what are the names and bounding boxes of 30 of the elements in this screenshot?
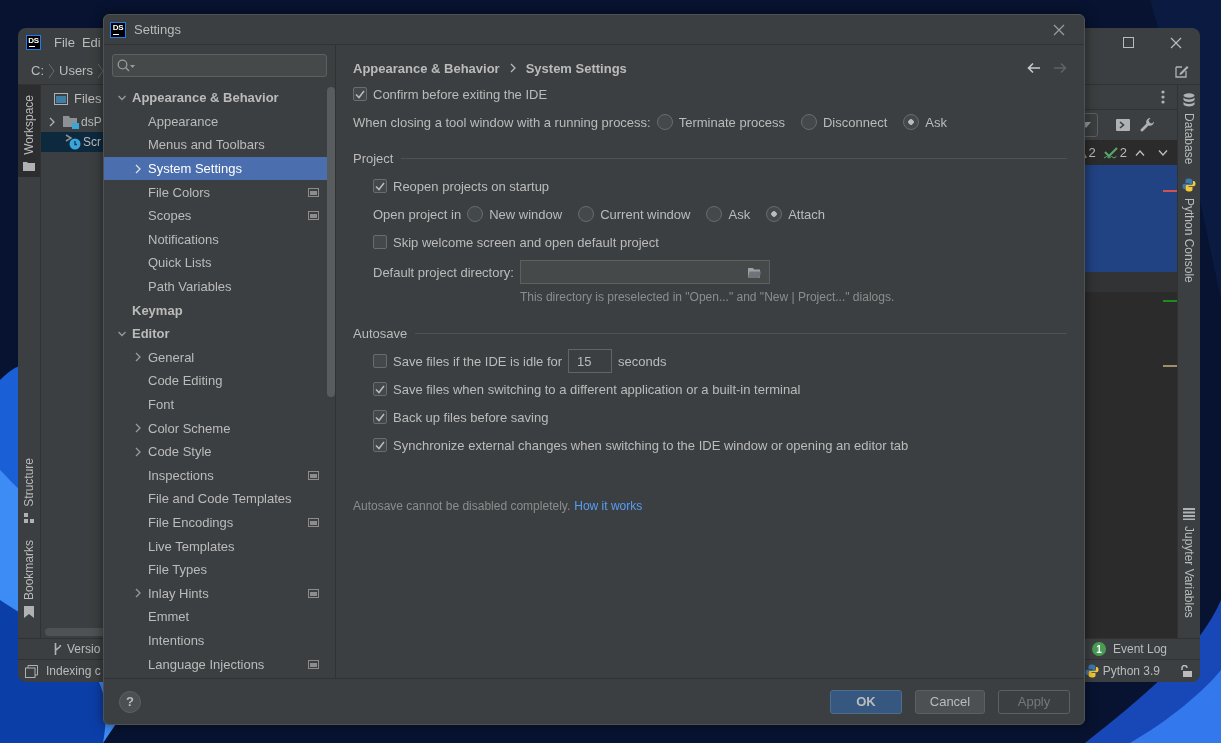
field-label: Default project directory: bbox=[373, 264, 514, 280]
option-label: When closing a tool window with a running process: bbox=[353, 114, 651, 130]
option-label: Save files if the IDE is idle for bbox=[393, 353, 563, 369]
option-label: Skip welcome screen and open default project bbox=[393, 234, 659, 250]
panel-title: Files bbox=[74, 91, 102, 106]
warning-count: 2 bbox=[1088, 145, 1096, 160]
app-logo: DS bbox=[26, 35, 41, 50]
status-message: Indexing c bbox=[46, 664, 101, 678]
option-label: Disconnect bbox=[822, 114, 888, 130]
unit-label: seconds bbox=[618, 353, 667, 369]
option-label: Terminate process bbox=[678, 114, 785, 130]
option-label: Current window bbox=[600, 206, 691, 222]
option-label: Save files when switching to a different application or a built-in terminal bbox=[393, 381, 801, 397]
app-logo: DS bbox=[110, 21, 126, 38]
option-label: Synchronize external changes when switching to the IDE window or opening an editor tab bbox=[393, 437, 909, 453]
option-label: Attach bbox=[788, 206, 825, 222]
option-label: Reopen projects on startup bbox=[393, 178, 550, 194]
typo-count: 2 bbox=[1119, 145, 1127, 160]
dialog-title: Settings bbox=[134, 22, 181, 37]
option-label: New window bbox=[489, 206, 563, 222]
hint-text: This directory is preselected in "Open..." and "New | Project..." dialogs. bbox=[519, 289, 895, 305]
section-title: Autosave bbox=[353, 325, 408, 341]
option-label: Back up files before saving bbox=[393, 409, 549, 425]
option-label: Ask bbox=[728, 206, 751, 222]
section-title: Project bbox=[353, 150, 394, 166]
option-label: Open project in bbox=[373, 206, 462, 222]
notification-count: 1 bbox=[1091, 642, 1106, 656]
option-label: Ask bbox=[925, 114, 947, 130]
note-text: Autosave cannot be disabled completely. bbox=[353, 499, 571, 513]
option-label: Confirm before exiting the IDE bbox=[373, 86, 548, 102]
